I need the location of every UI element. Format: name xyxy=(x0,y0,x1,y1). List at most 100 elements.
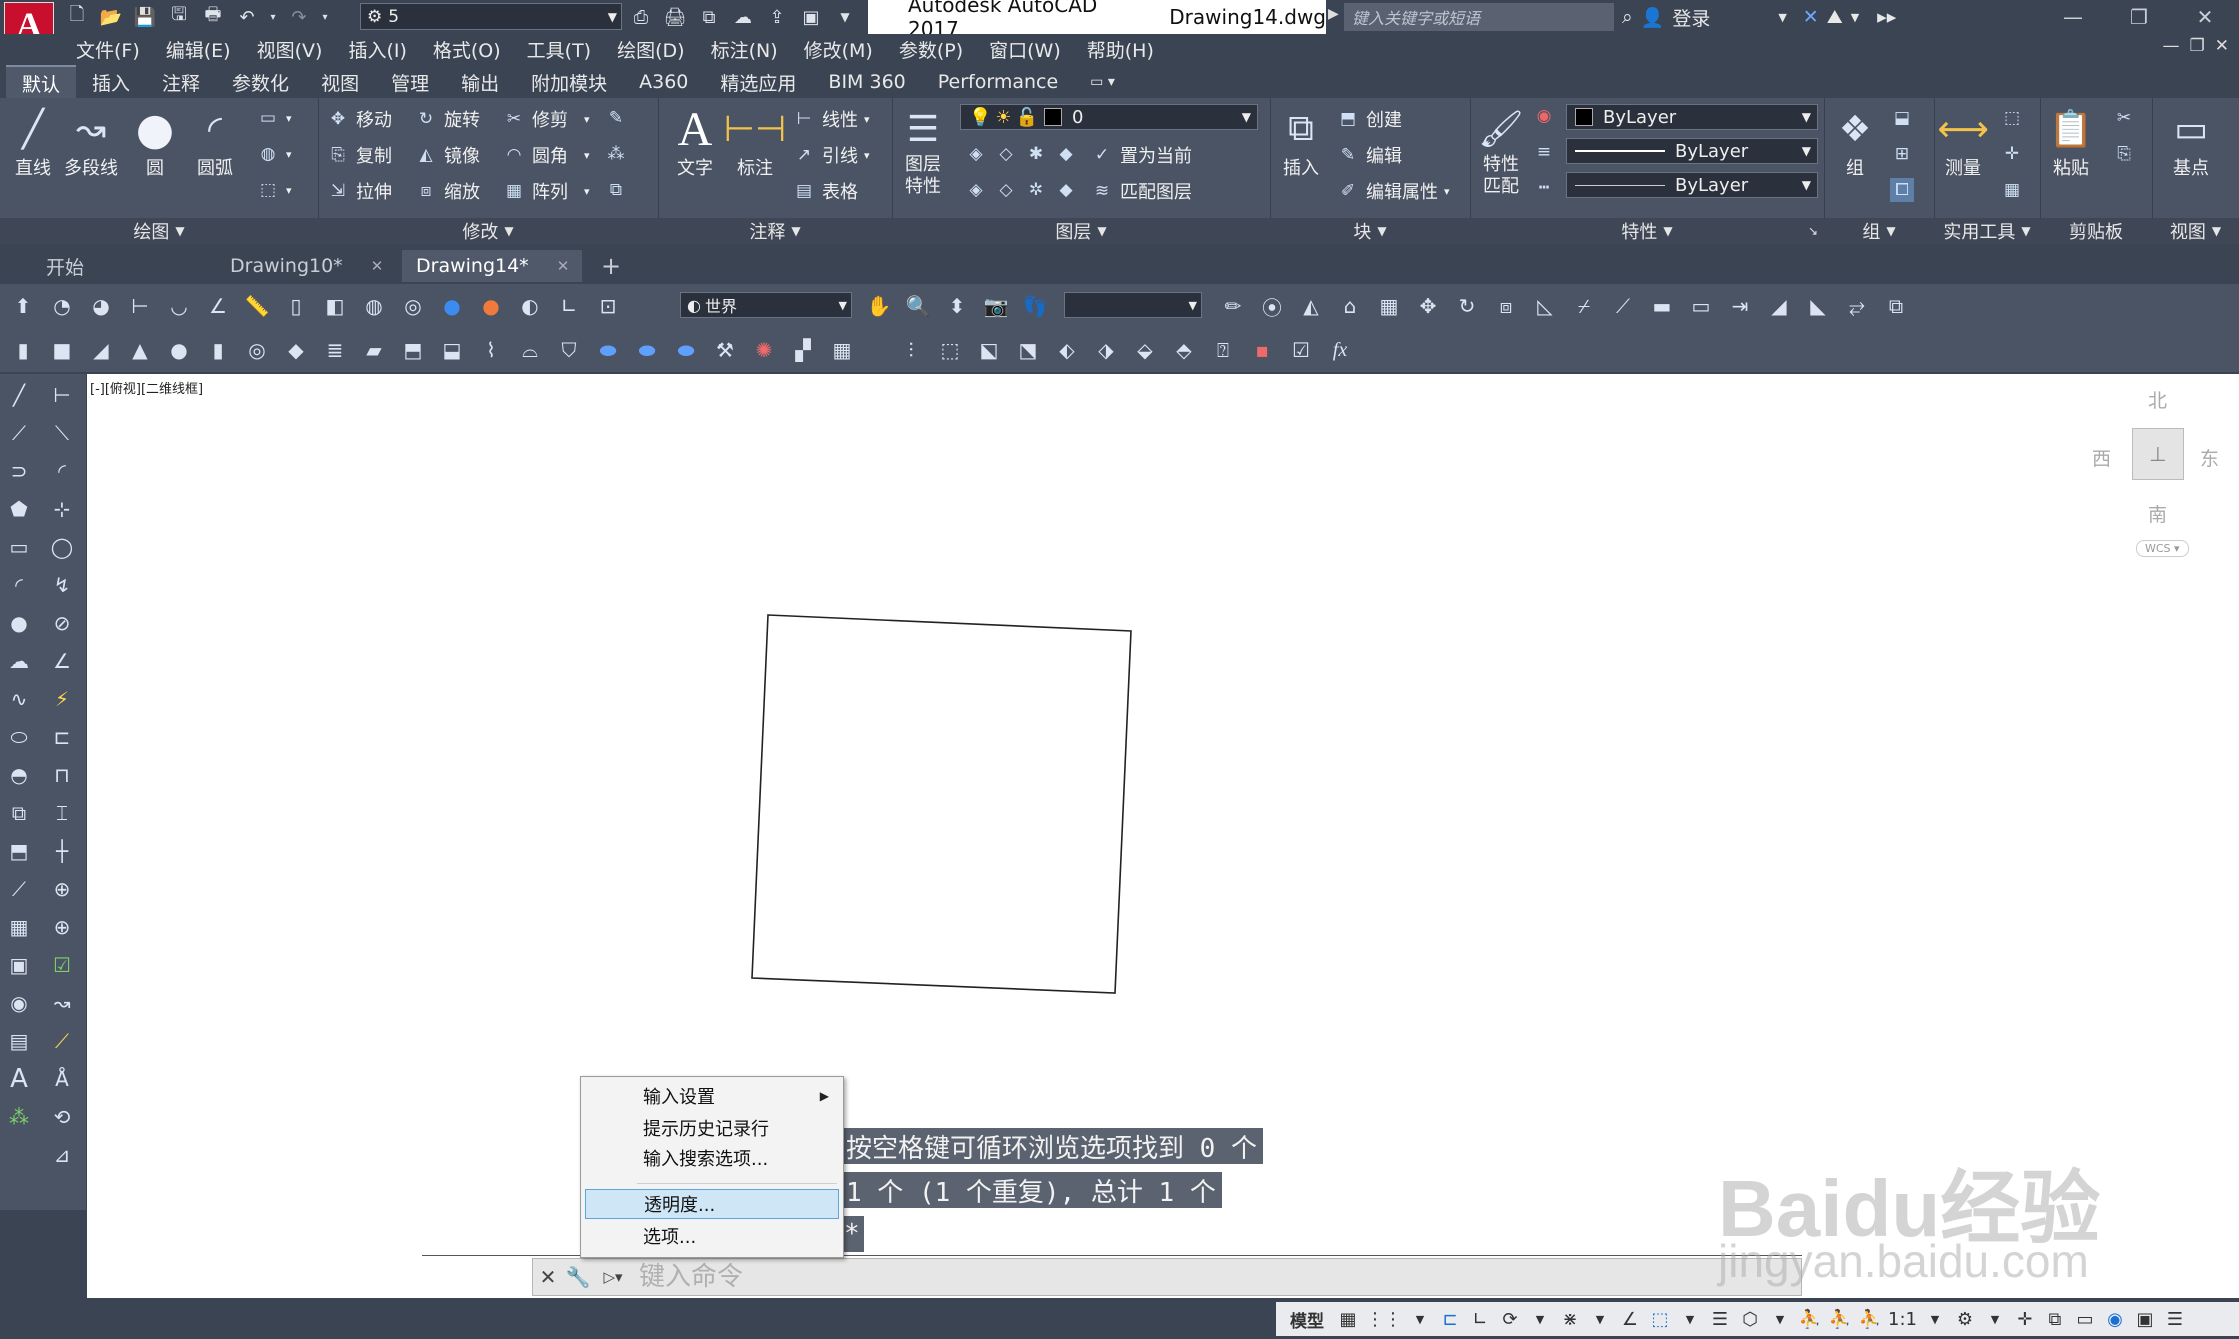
helix-solid-icon[interactable]: ≣ xyxy=(320,335,350,365)
wedge-icon[interactable]: ▭ xyxy=(1686,291,1716,321)
fillet-edge-icon[interactable]: ◣ xyxy=(1803,291,1833,321)
join-icon[interactable]: ⇥ xyxy=(1725,291,1755,321)
print-icon[interactable]: 🖶 xyxy=(200,4,226,30)
tab-output[interactable]: 输出 xyxy=(445,66,515,98)
view-panel-title[interactable]: 视图 ▼ xyxy=(2152,218,2239,244)
compass-north[interactable]: 北 xyxy=(2148,386,2167,413)
undo-icon[interactable]: ↶ xyxy=(234,4,260,30)
ribbon-toggle-icon[interactable]: ▭ ▾ xyxy=(1074,66,1131,98)
groups-panel-title[interactable]: 组 ▼ xyxy=(1824,218,1934,244)
menu-file[interactable]: 文件(F) xyxy=(63,36,153,63)
annotation-scale-value[interactable]: 1:1 xyxy=(1888,1304,1917,1334)
arc-length-dim-icon[interactable]: ◜ xyxy=(46,456,78,486)
section-icon[interactable]: ⟋ xyxy=(1608,291,1638,321)
revolve-icon[interactable]: ⌓ xyxy=(515,335,545,365)
slice-icon[interactable]: ◺ xyxy=(1530,291,1560,321)
set-current-button[interactable]: ✓ 置为当前 xyxy=(1090,142,1192,168)
annotation-panel-title[interactable]: 注释 ▼ xyxy=(658,218,892,244)
hidden-sphere-icon[interactable]: ◎ xyxy=(398,291,428,321)
create-block-button[interactable]: ⬒ 创建 xyxy=(1336,106,1402,132)
table-button[interactable]: ▤ 表格 xyxy=(792,178,858,204)
continue-dim-icon[interactable]: ⊓ xyxy=(46,760,78,790)
union-icon[interactable]: ⬬ xyxy=(593,335,623,365)
dialog-launcher-icon[interactable]: ↘ xyxy=(1808,224,1818,238)
layout-icon[interactable]: ▣ xyxy=(798,4,824,30)
3d-move-icon[interactable]: ⦿ xyxy=(1257,291,1287,321)
autodesk-app-icon[interactable]: ⛰ xyxy=(1827,6,1843,28)
close-icon[interactable]: ✕ xyxy=(533,1260,563,1294)
isolate-objects-icon[interactable]: ◉ xyxy=(2103,1304,2127,1334)
edge-icon[interactable]: ⌿ xyxy=(1569,291,1599,321)
compass-west[interactable]: 西 xyxy=(2092,444,2111,471)
dimension-button[interactable]: ⊢⊣ 标注 xyxy=(724,104,787,180)
3d-mirror-icon[interactable]: ◭ xyxy=(1296,291,1326,321)
erase-button[interactable]: ✎ xyxy=(604,106,628,130)
zoom-icon[interactable]: 🔍 xyxy=(903,291,933,321)
aligned-dim-icon[interactable]: ⟍ xyxy=(46,418,78,448)
view-select[interactable]: ▼ xyxy=(1064,292,1202,318)
pencil-icon[interactable]: ✏ xyxy=(1218,291,1248,321)
copy-button[interactable]: ⎘ 复制 xyxy=(326,142,392,168)
layer-off-icon[interactable]: ◈ xyxy=(964,142,988,166)
wrench-icon[interactable]: 🔧 xyxy=(563,1260,593,1294)
check-icon[interactable]: ☑ xyxy=(1286,335,1316,365)
gradient-icon[interactable]: ▣ xyxy=(3,950,35,980)
command-input[interactable] xyxy=(633,1259,1801,1295)
group-button[interactable]: ❖ 组 xyxy=(1830,104,1880,180)
separate-icon[interactable]: ⍰ xyxy=(1208,335,1238,365)
search-expand-icon[interactable]: ▶ xyxy=(1328,6,1339,22)
table-tool-icon[interactable]: ▤ xyxy=(3,1026,35,1056)
3d-osnap-dropdown-icon[interactable]: ▼ xyxy=(1768,1304,1792,1334)
color-sphere-icon[interactable]: ● xyxy=(476,291,506,321)
dimension-linear-icon[interactable]: ⊢ xyxy=(125,291,155,321)
color-select[interactable]: ByLayer ▼ xyxy=(1566,104,1818,130)
measure-button[interactable]: ⟷ 测量 xyxy=(1937,104,1989,180)
new-file-icon[interactable]: 🗋 xyxy=(64,4,90,30)
3d-scale-icon[interactable]: ⧈ xyxy=(1491,291,1521,321)
spline-icon[interactable]: ∿ xyxy=(3,684,35,714)
redo-icon[interactable]: ↷ xyxy=(286,4,312,30)
layer-unlock-icon[interactable]: ◆ xyxy=(1054,178,1078,202)
menu-tools[interactable]: 工具(T) xyxy=(514,36,604,63)
utilities-panel-title[interactable]: 实用工具 ▼ xyxy=(1934,218,2040,244)
hardware-acceleration-icon[interactable]: ▣ xyxy=(2133,1304,2157,1334)
extrude-faces-icon[interactable]: ⫶ xyxy=(896,335,926,365)
drawn-rotated-square[interactable] xyxy=(751,614,1132,994)
chamfer-icon[interactable]: ◢ xyxy=(1764,291,1794,321)
save-as-icon[interactable]: 🖫 xyxy=(166,4,192,30)
ucs-select[interactable]: ◐ 世界 ▼ xyxy=(680,292,852,318)
3d-align-icon[interactable]: ⌂ xyxy=(1335,291,1365,321)
layer-unisolate-icon[interactable]: ◇ xyxy=(994,178,1018,202)
helix-icon[interactable]: ⥂ xyxy=(1842,291,1872,321)
model-space-button[interactable]: 模型 xyxy=(1284,1304,1330,1334)
presspull-icon[interactable]: ⬓ xyxy=(437,335,467,365)
dim-update-icon[interactable]: ⟲ xyxy=(46,1102,78,1132)
isodraft-icon[interactable]: ⋇ xyxy=(1558,1304,1582,1334)
delete-faces-icon[interactable]: ⬔ xyxy=(1013,335,1043,365)
inspect-icon[interactable]: ☑ xyxy=(46,950,78,980)
tolerance-icon[interactable]: ⊕ xyxy=(46,874,78,904)
minimize-button[interactable]: — xyxy=(2040,0,2106,34)
wire-sphere-icon[interactable]: ◍ xyxy=(359,291,389,321)
auto-scale-icon[interactable]: ⛹ xyxy=(1828,1304,1852,1334)
menu-edit[interactable]: 编辑(E) xyxy=(153,36,244,63)
edit-block-button[interactable]: ✎ 编辑 xyxy=(1336,142,1402,168)
compass-south[interactable]: 南 xyxy=(2148,500,2167,527)
tab-featured-apps[interactable]: 精选应用 xyxy=(704,66,812,98)
layer-freeze-icon[interactable]: ✱ xyxy=(1024,142,1048,166)
3d-rotate-gizmo-icon[interactable]: ✺ xyxy=(749,335,779,365)
3d-rotate-icon[interactable]: ↻ xyxy=(1452,291,1482,321)
quick-properties-icon[interactable]: ▭ xyxy=(2073,1304,2097,1334)
color-wheel-icon[interactable]: ◉ xyxy=(1532,104,1556,128)
linear-dim-tool-icon[interactable]: ⊢ xyxy=(46,380,78,410)
context-item-options[interactable]: 选项... xyxy=(585,1221,839,1251)
annotation-monitor-icon[interactable]: ✛ xyxy=(2013,1304,2037,1334)
sphere-shaded-icon[interactable]: ◕ xyxy=(86,291,116,321)
workspace-select[interactable]: ⚙ 5 ▼ xyxy=(360,3,622,30)
ordinate-dim-icon[interactable]: ⊹ xyxy=(46,494,78,524)
cylinder-icon[interactable]: ▯ xyxy=(281,291,311,321)
orbit-icon[interactable]: ⬍ xyxy=(942,291,972,321)
viewcube[interactable]: 北 西 东 南 ⊥ WCS ▾ xyxy=(2080,386,2230,566)
angular-dim-icon[interactable]: ∠ xyxy=(46,646,78,676)
save-icon[interactable]: 💾 xyxy=(132,4,158,30)
